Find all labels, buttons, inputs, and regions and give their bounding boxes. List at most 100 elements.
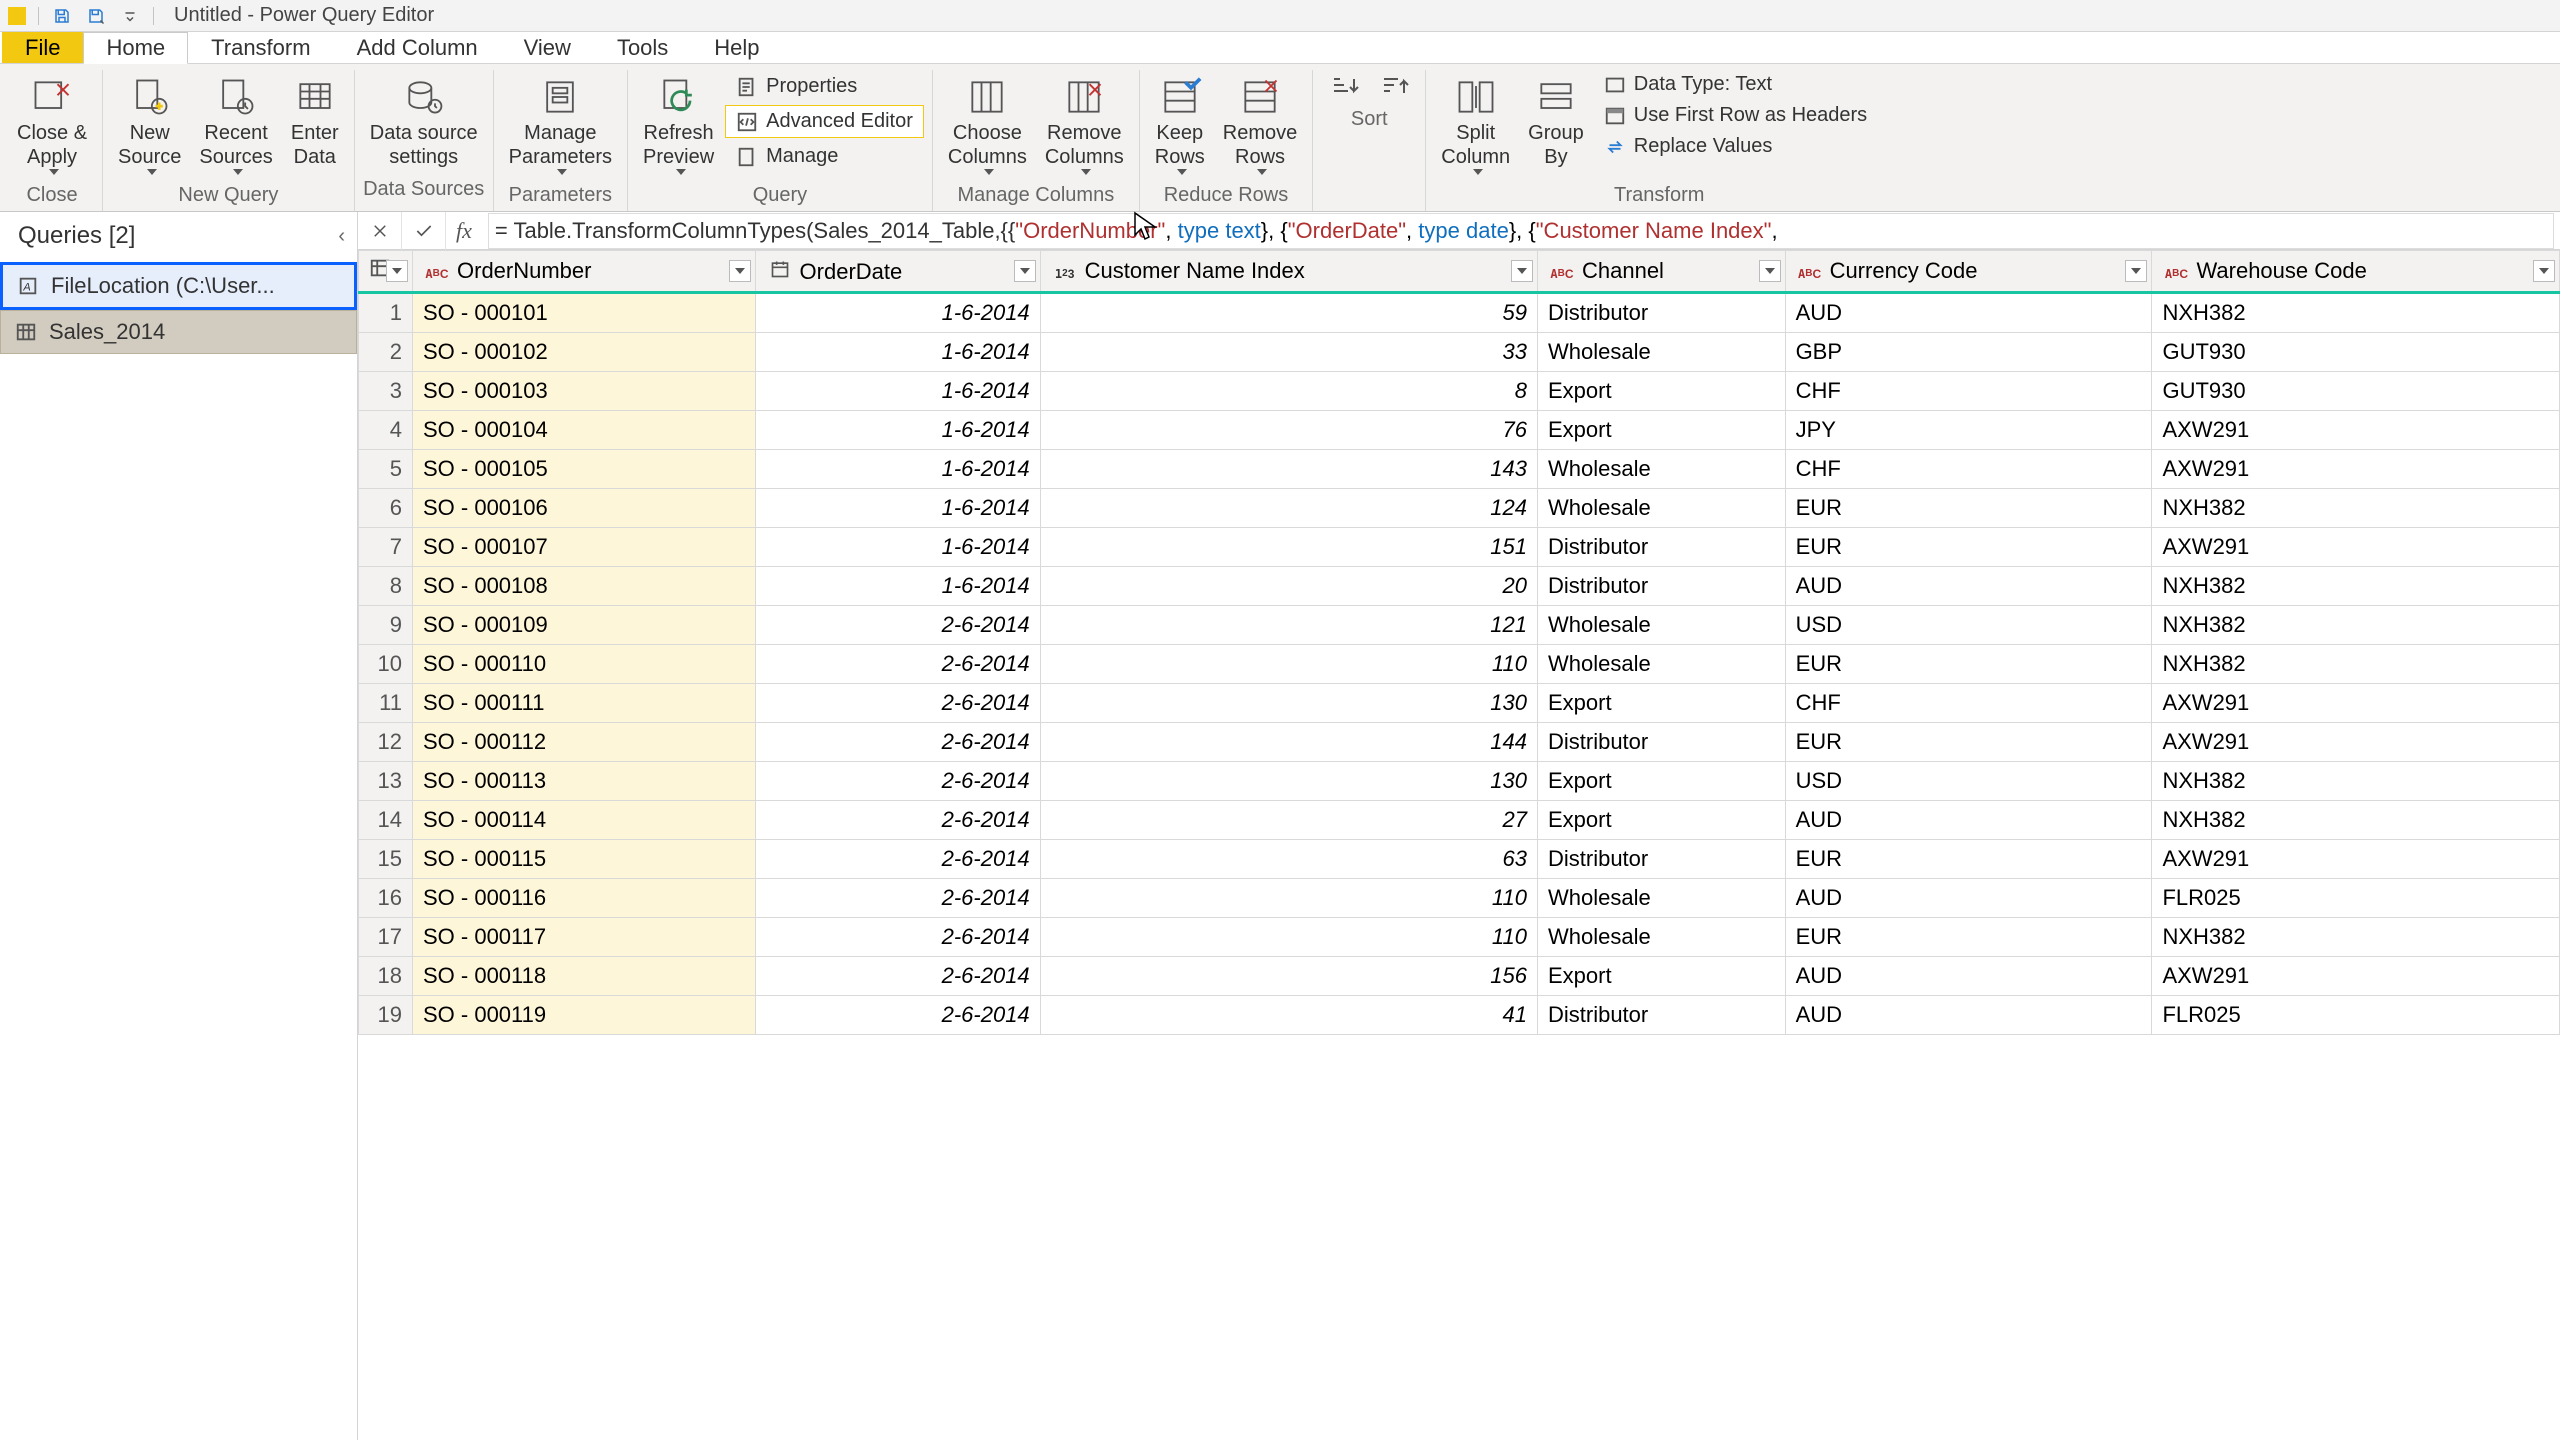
cell[interactable]: 2-6-2014	[755, 684, 1040, 723]
cell[interactable]: 1-6-2014	[755, 450, 1040, 489]
row-number[interactable]: 3	[359, 372, 413, 411]
row-number[interactable]: 12	[359, 723, 413, 762]
cell[interactable]: 1-6-2014	[755, 372, 1040, 411]
cell[interactable]: SO - 000111	[413, 684, 756, 723]
cell[interactable]: USD	[1785, 762, 2152, 801]
table-row[interactable]: 18SO - 0001182-6-2014156ExportAUDAXW291	[359, 957, 2560, 996]
table-row[interactable]: 9SO - 0001092-6-2014121WholesaleUSDNXH38…	[359, 606, 2560, 645]
cell[interactable]: 130	[1040, 762, 1537, 801]
cell[interactable]: Distributor	[1537, 528, 1785, 567]
cell[interactable]: EUR	[1785, 918, 2152, 957]
cell[interactable]: 110	[1040, 918, 1537, 957]
cell[interactable]: Wholesale	[1537, 879, 1785, 918]
cell[interactable]: 27	[1040, 801, 1537, 840]
group-by-button[interactable]: Group By	[1521, 70, 1591, 174]
cell[interactable]: 1-6-2014	[755, 528, 1040, 567]
tab-transform[interactable]: Transform	[188, 32, 333, 63]
cell[interactable]: SO - 000104	[413, 411, 756, 450]
table-row[interactable]: 17SO - 0001172-6-2014110WholesaleEURNXH3…	[359, 918, 2560, 957]
table-row[interactable]: 15SO - 0001152-6-201463DistributorEURAXW…	[359, 840, 2560, 879]
column-filter-icon[interactable]	[1511, 260, 1533, 282]
cell[interactable]: SO - 000109	[413, 606, 756, 645]
table-row[interactable]: 5SO - 0001051-6-2014143WholesaleCHFAXW29…	[359, 450, 2560, 489]
close-apply-button[interactable]: Close & Apply	[10, 70, 94, 180]
cell[interactable]: EUR	[1785, 528, 2152, 567]
cell[interactable]: 1-6-2014	[755, 489, 1040, 528]
column-header-channel[interactable]: ABCChannel	[1537, 251, 1785, 293]
row-number[interactable]: 19	[359, 996, 413, 1035]
cell[interactable]: SO - 000101	[413, 293, 756, 333]
cell[interactable]: AUD	[1785, 801, 2152, 840]
cell[interactable]: 41	[1040, 996, 1537, 1035]
replace-values-button[interactable]: Replace Values	[1595, 132, 1884, 161]
cell[interactable]: 1-6-2014	[755, 333, 1040, 372]
remove-rows-button[interactable]: Remove Rows	[1216, 70, 1304, 180]
data-grid[interactable]: ABCOrderNumberOrderDate123Customer Name …	[358, 250, 2560, 1440]
enter-data-button[interactable]: Enter Data	[284, 70, 346, 174]
row-number-header[interactable]	[359, 251, 413, 293]
cell[interactable]: AUD	[1785, 567, 2152, 606]
new-source-button[interactable]: New Source	[111, 70, 188, 180]
cell[interactable]: 124	[1040, 489, 1537, 528]
cell[interactable]: SO - 000108	[413, 567, 756, 606]
formula-cancel-icon[interactable]	[358, 212, 402, 250]
cell[interactable]: Wholesale	[1537, 645, 1785, 684]
cell[interactable]: SO - 000112	[413, 723, 756, 762]
cell[interactable]: NXH382	[2152, 801, 2560, 840]
cell[interactable]: Export	[1537, 801, 1785, 840]
cell[interactable]: AXW291	[2152, 528, 2560, 567]
cell[interactable]: AUD	[1785, 957, 2152, 996]
cell[interactable]: 2-6-2014	[755, 606, 1040, 645]
cell[interactable]: 20	[1040, 567, 1537, 606]
cell[interactable]: EUR	[1785, 489, 2152, 528]
cell[interactable]: Export	[1537, 762, 1785, 801]
formula-confirm-icon[interactable]	[402, 212, 446, 250]
queries-collapse-icon[interactable]: ‹	[338, 225, 345, 248]
save-icon[interactable]	[51, 5, 73, 27]
cell[interactable]: 2-6-2014	[755, 723, 1040, 762]
cell[interactable]: 76	[1040, 411, 1537, 450]
table-row[interactable]: 3SO - 0001031-6-20148ExportCHFGUT930	[359, 372, 2560, 411]
row-number[interactable]: 4	[359, 411, 413, 450]
tab-home[interactable]: Home	[83, 32, 188, 64]
cell[interactable]: FLR025	[2152, 996, 2560, 1035]
cell[interactable]: 143	[1040, 450, 1537, 489]
save-as-icon[interactable]	[85, 5, 107, 27]
row-number[interactable]: 16	[359, 879, 413, 918]
cell[interactable]: 2-6-2014	[755, 957, 1040, 996]
cell[interactable]: 1-6-2014	[755, 293, 1040, 333]
cell[interactable]: Distributor	[1537, 840, 1785, 879]
cell[interactable]: SO - 000110	[413, 645, 756, 684]
cell[interactable]: 144	[1040, 723, 1537, 762]
cell[interactable]: Wholesale	[1537, 606, 1785, 645]
split-column-button[interactable]: Split Column	[1434, 70, 1517, 180]
cell[interactable]: SO - 000118	[413, 957, 756, 996]
cell[interactable]: NXH382	[2152, 645, 2560, 684]
cell[interactable]: NXH382	[2152, 762, 2560, 801]
cell[interactable]: 151	[1040, 528, 1537, 567]
refresh-preview-button[interactable]: Refresh Preview	[636, 70, 721, 180]
cell[interactable]: SO - 000105	[413, 450, 756, 489]
row-number[interactable]: 13	[359, 762, 413, 801]
table-row[interactable]: 1SO - 0001011-6-201459DistributorAUDNXH3…	[359, 293, 2560, 333]
row-number[interactable]: 1	[359, 293, 413, 333]
row-number[interactable]: 8	[359, 567, 413, 606]
cell[interactable]: 2-6-2014	[755, 996, 1040, 1035]
tab-help[interactable]: Help	[691, 32, 782, 63]
column-filter-icon[interactable]	[1014, 260, 1036, 282]
cell[interactable]: Export	[1537, 684, 1785, 723]
cell[interactable]: 130	[1040, 684, 1537, 723]
column-filter-icon[interactable]	[1759, 260, 1781, 282]
cell[interactable]: AXW291	[2152, 450, 2560, 489]
cell[interactable]: SO - 000113	[413, 762, 756, 801]
cell[interactable]: SO - 000114	[413, 801, 756, 840]
properties-button[interactable]: Properties	[725, 70, 924, 103]
table-row[interactable]: 10SO - 0001102-6-2014110WholesaleEURNXH3…	[359, 645, 2560, 684]
cell[interactable]: AUD	[1785, 996, 2152, 1035]
cell[interactable]: Distributor	[1537, 723, 1785, 762]
table-row[interactable]: 11SO - 0001112-6-2014130ExportCHFAXW291	[359, 684, 2560, 723]
cell[interactable]: 110	[1040, 645, 1537, 684]
row-number[interactable]: 11	[359, 684, 413, 723]
cell[interactable]: 2-6-2014	[755, 840, 1040, 879]
data-type-button[interactable]: Data Type: Text	[1595, 70, 1884, 99]
